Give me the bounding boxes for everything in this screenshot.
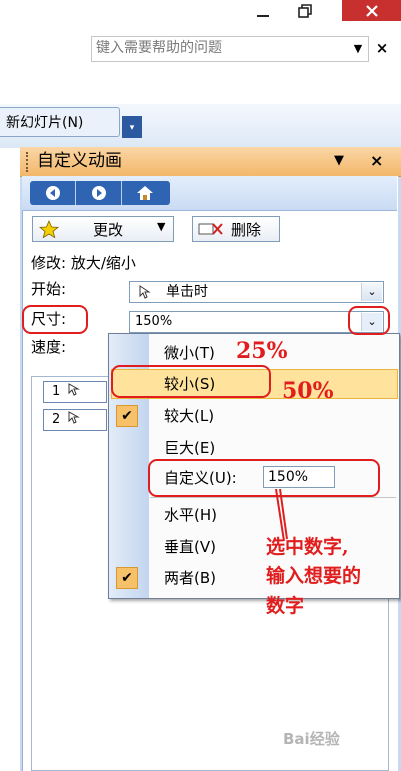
mouse-icon: [68, 411, 81, 424]
pane-nav-buttons: [30, 181, 170, 205]
menu-item-horizontal[interactable]: 水平(H): [164, 505, 217, 525]
start-label: 开始:: [31, 280, 67, 298]
mouse-icon: [139, 285, 151, 299]
modify-label: 更改: [93, 221, 124, 239]
new-slide-button[interactable]: 新幻灯片(N): [0, 107, 120, 137]
pane-menu-icon[interactable]: ▼: [334, 148, 344, 174]
star-effect-icon: [39, 220, 59, 238]
back-button[interactable]: [30, 181, 76, 205]
restore-button[interactable]: [288, 0, 322, 22]
restore-icon: [298, 4, 312, 18]
mouse-icon: [68, 383, 81, 396]
annotation-custom-box: [148, 459, 380, 497]
annotation-arrow-box: [348, 306, 390, 335]
list-item-number: 2: [52, 412, 61, 427]
annotation-note-line2: 输入想要的: [266, 565, 362, 587]
forward-button[interactable]: [76, 181, 122, 205]
help-search-box[interactable]: ▼: [91, 36, 369, 62]
annotation-note-line3: 数字: [266, 595, 305, 617]
new-slide-label: 新幻灯片(N): [6, 115, 84, 131]
watermark: Bai经验: [283, 730, 340, 748]
speed-label: 速度:: [31, 338, 67, 356]
annotation-small-box: [111, 365, 271, 398]
size-value: 150%: [135, 314, 173, 329]
annotation-size-box: [22, 305, 88, 334]
minimize-button[interactable]: [246, 0, 280, 22]
help-search-input[interactable]: [92, 37, 346, 59]
checkmark-icon: ✔: [116, 405, 138, 427]
checkmark-icon: ✔: [116, 567, 138, 589]
title-bar: [0, 0, 401, 28]
delete-effect-button[interactable]: 删除: [192, 216, 280, 242]
grip-handle-icon[interactable]: [26, 152, 32, 172]
list-item[interactable]: 2: [43, 409, 107, 431]
annotation-25: 25%: [236, 338, 288, 364]
menu-item-larger[interactable]: 较大(L): [164, 406, 214, 426]
task-pane-title: 自定义动画: [37, 151, 122, 171]
list-item[interactable]: 1: [43, 381, 107, 403]
toolbar-options-button[interactable]: ▾: [122, 116, 142, 138]
minimize-icon: [257, 15, 269, 17]
chevron-down-icon: ⌄: [361, 283, 382, 301]
start-select[interactable]: 单击时 ⌄: [129, 281, 384, 303]
size-select[interactable]: 150% ⌄: [129, 311, 384, 333]
menu-item-tiny[interactable]: 微小(T): [164, 343, 215, 363]
modify-info: 修改: 放大/缩小: [31, 254, 136, 272]
home-button[interactable]: [122, 181, 168, 205]
list-item-number: 1: [52, 384, 61, 399]
modify-effect-button[interactable]: 更改 ▼: [32, 216, 174, 242]
back-arrow-icon: [45, 186, 60, 200]
close-window-button[interactable]: [342, 0, 401, 21]
menu-item-huge[interactable]: 巨大(E): [164, 438, 215, 458]
forward-arrow-icon: [91, 186, 106, 200]
menu-item-both[interactable]: 两者(B): [164, 568, 216, 588]
close-icon: [365, 5, 378, 17]
chevron-down-icon[interactable]: ▼: [350, 39, 366, 59]
start-value: 单击时: [166, 284, 208, 300]
delete-label: 删除: [231, 221, 262, 239]
pane-close-icon[interactable]: ×: [370, 148, 383, 174]
help-close-icon[interactable]: ×: [372, 36, 392, 60]
home-icon: [137, 186, 153, 200]
annotation-50: 50%: [282, 378, 334, 404]
annotation-note-line1: 选中数字,: [266, 536, 349, 558]
modify-dropdown-icon: ▼: [157, 220, 166, 233]
delete-icon: [198, 223, 223, 235]
menu-item-vertical[interactable]: 垂直(V): [164, 537, 216, 557]
